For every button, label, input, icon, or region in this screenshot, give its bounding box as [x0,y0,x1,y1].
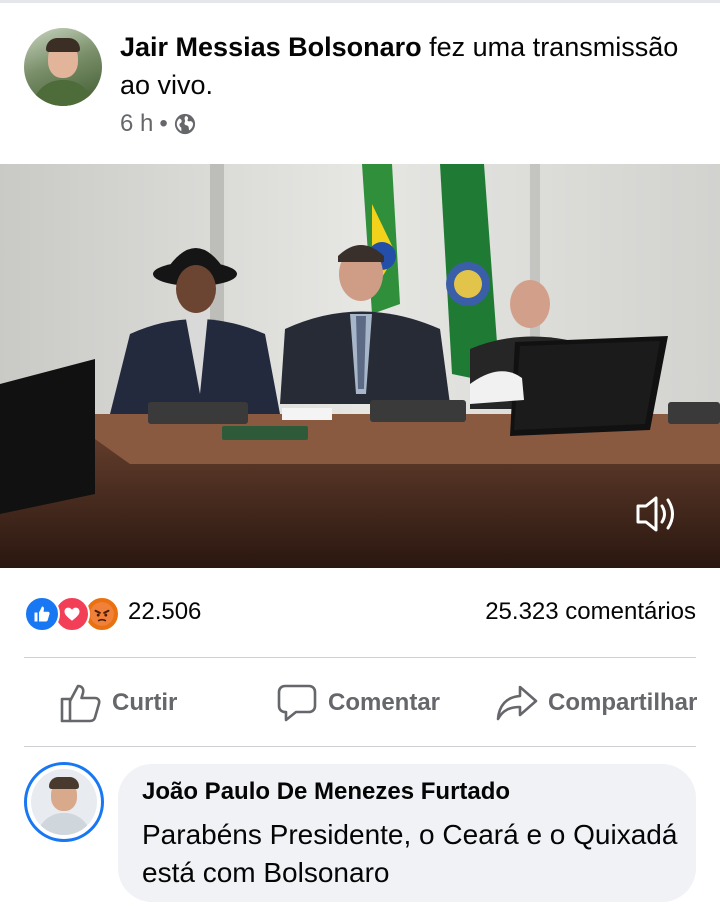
reaction-icons [24,596,124,632]
commenter-avatar[interactable] [24,762,104,842]
comment-text: Parabéns Presidente, o Ceará e o Quixadá… [142,819,678,888]
author-avatar[interactable] [24,28,102,106]
commenter-name[interactable]: João Paulo De Menezes Furtado [142,778,510,806]
thumbs-up-icon [60,684,101,723]
divider [24,657,696,658]
comment-item: João Paulo De Menezes Furtado Parabéns P… [0,760,720,910]
globe-icon [174,113,195,135]
comment-bubble[interactable]: João Paulo De Menezes Furtado Parabéns P… [118,764,696,902]
divider [24,746,696,747]
post-meta: 6 h • [120,110,196,138]
share-label: Compartilhar [548,689,698,716]
reaction-count[interactable]: 22.506 [128,598,201,626]
share-button[interactable]: Compartilhar [496,670,697,736]
post-time[interactable]: 6 h [120,110,153,138]
share-icon [496,685,538,721]
top-separator [0,0,720,3]
video-frame [0,164,720,568]
comment-count[interactable]: 25.323 comentários [485,598,696,626]
comment-label: Comentar [328,689,441,716]
author-name[interactable]: Jair Messias Bolsonaro [120,32,422,62]
like-label: Curtir [112,689,178,716]
comment-icon [277,684,317,722]
post-actions: Curtir Comentar Compartilhar [0,670,720,736]
post-header: Jair Messias Bolsonaro fez uma transmiss… [0,20,720,150]
like-icon [24,596,60,632]
comment-button[interactable]: Comentar [276,670,440,736]
meta-separator: • [159,110,168,137]
reaction-summary[interactable]: 22.506 25.323 comentários [0,590,720,636]
post-title: Jair Messias Bolsonaro fez uma transmiss… [120,28,700,104]
like-button[interactable]: Curtir [60,670,177,736]
live-video[interactable] [0,164,720,568]
